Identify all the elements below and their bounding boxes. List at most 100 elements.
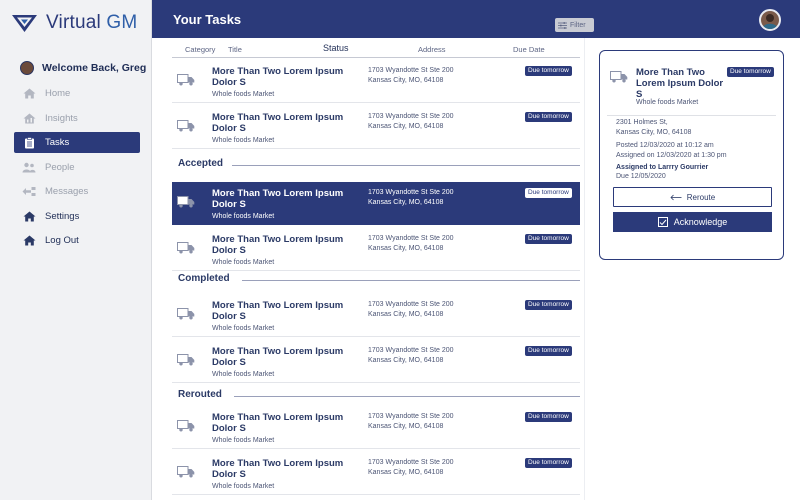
divider <box>607 115 776 116</box>
task-subtitle: Whole foods Market <box>212 213 275 220</box>
welcome-text: Welcome Back, Greg <box>42 62 147 74</box>
truck-icon <box>610 70 628 83</box>
messages-icon <box>22 186 36 198</box>
sidebar-item-home[interactable]: Home <box>14 83 140 104</box>
task-address: 1703 Wyandotte St Ste 200 Kansas City, MO… <box>368 188 454 207</box>
task-address-line1: 1703 Wyandotte St Ste 200 <box>368 67 454 74</box>
due-badge: Due tomorrow <box>525 112 572 122</box>
column-header-due-date[interactable]: Due Date <box>513 45 545 54</box>
truck-icon <box>177 465 195 478</box>
sidebar-item-label: Tasks <box>45 137 70 148</box>
sidebar-item-label: Settings <box>45 210 80 222</box>
logo-text: Virtual GM <box>46 12 137 34</box>
sidebar-item-settings[interactable]: Settings <box>14 206 140 227</box>
avatar[interactable] <box>20 61 34 75</box>
task-row[interactable]: More Than Two Lorem Ipsum Dolor S Whole … <box>172 182 580 225</box>
due-badge: Due tomorrow <box>727 67 774 77</box>
sidebar-item-label: Messages <box>45 186 89 197</box>
task-address-line2: Kansas City, MO, 64108 <box>368 310 444 318</box>
user-avatar[interactable] <box>759 9 781 31</box>
truck-icon <box>177 353 195 366</box>
due-badge: Due tomorrow <box>525 458 572 468</box>
task-address-line1: 1703 Wyandotte St Ste 200 <box>368 413 454 420</box>
filter-button[interactable]: Filter <box>555 18 594 32</box>
table-header: Category Title Status Address Due Date <box>172 42 580 58</box>
column-header-status[interactable]: Status <box>323 43 349 53</box>
truck-icon <box>177 241 195 254</box>
column-header-category[interactable]: Category <box>185 45 215 54</box>
scroll-divider <box>584 38 585 500</box>
sidebar: Virtual GM Welcome Back, Greg Home Insig… <box>0 0 152 500</box>
detail-timestamps: Posted 12/03/2020 at 10:12 am Assigned o… <box>616 141 727 160</box>
insights-icon <box>22 112 36 124</box>
detail-address: 2301 Holmes St, Kansas City, MO, 64108 <box>616 118 691 137</box>
column-header-address[interactable]: Address <box>418 45 446 54</box>
task-address-line2: Kansas City, MO, 64108 <box>368 244 444 252</box>
tasks-icon <box>22 136 36 149</box>
logout-icon <box>22 235 36 247</box>
task-address-line1: 1703 Wyandotte St Ste 200 <box>368 235 454 242</box>
column-header-title[interactable]: Title <box>228 45 242 54</box>
detail-due-date: Due 12/05/2020 <box>616 173 666 180</box>
truck-icon <box>177 73 195 86</box>
detail-address-line2: Kansas City, MO, 64108 <box>616 128 692 136</box>
truck-icon <box>177 419 195 432</box>
sidebar-item-label: Insights <box>45 112 78 124</box>
task-row[interactable]: More Than Two Lorem Ipsum Dolor S Whole … <box>172 60 580 103</box>
task-address-line1: 1703 Wyandotte St Ste 200 <box>368 347 454 354</box>
task-address-line2: Kansas City, MO, 64108 <box>368 198 444 206</box>
page-title: Your Tasks <box>173 12 242 27</box>
logo-text-virtual: Virtual <box>46 12 101 33</box>
task-subtitle: Whole foods Market <box>212 371 275 378</box>
logo-icon <box>12 15 37 32</box>
task-title: More Than Two Lorem Ipsum Dolor S <box>212 66 344 88</box>
task-title: More Than Two Lorem Ipsum Dolor S <box>212 112 344 134</box>
detail-title: More Than Two Lorem Ipsum Dolor S <box>636 67 724 100</box>
task-row[interactable]: More Than Two Lorem Ipsum Dolor S Whole … <box>172 452 580 495</box>
sidebar-item-people[interactable]: People <box>14 157 140 178</box>
task-subtitle: Whole foods Market <box>212 259 275 266</box>
sidebar-item-tasks[interactable]: Tasks <box>14 132 140 153</box>
home-icon <box>22 88 36 100</box>
task-row[interactable]: More Than Two Lorem Ipsum Dolor S Whole … <box>172 106 580 149</box>
sidebar-item-logout[interactable]: Log Out <box>14 230 140 251</box>
due-badge: Due tomorrow <box>525 412 572 422</box>
acknowledge-button[interactable]: Acknowledge <box>613 212 772 232</box>
section-label: Rerouted <box>178 389 222 400</box>
task-row[interactable]: More Than Two Lorem Ipsum Dolor S Whole … <box>172 294 580 337</box>
task-title: More Than Two Lorem Ipsum Dolor S <box>212 346 344 368</box>
truck-icon <box>177 307 195 320</box>
app-logo: Virtual GM <box>11 12 137 34</box>
truck-icon <box>177 195 195 208</box>
task-title: More Than Two Lorem Ipsum Dolor S <box>212 458 344 480</box>
top-header: Your Tasks Filter <box>152 0 800 38</box>
task-title: More Than Two Lorem Ipsum Dolor S <box>212 188 344 210</box>
task-row[interactable]: More Than Two Lorem Ipsum Dolor S Whole … <box>172 228 580 271</box>
task-address-line2: Kansas City, MO, 64108 <box>368 76 444 84</box>
sidebar-item-label: Log Out <box>45 235 79 246</box>
reroute-button[interactable]: Reroute <box>613 187 772 207</box>
section-accepted: Accepted <box>172 158 580 172</box>
due-badge: Due tomorrow <box>525 346 572 356</box>
due-badge: Due tomorrow <box>525 300 572 310</box>
people-icon <box>22 161 36 173</box>
section-label: Completed <box>178 273 230 284</box>
task-address: 1703 Wyandotte St Ste 200 Kansas City, MO… <box>368 234 454 253</box>
task-row[interactable]: More Than Two Lorem Ipsum Dolor S Whole … <box>172 340 580 383</box>
task-address-line2: Kansas City, MO, 64108 <box>368 122 444 130</box>
reroute-label: Reroute <box>686 192 716 202</box>
detail-address-line1: 2301 Holmes St, <box>616 119 668 126</box>
task-row[interactable]: More Than Two Lorem Ipsum Dolor S Whole … <box>172 406 580 449</box>
task-address-line1: 1703 Wyandotte St Ste 200 <box>368 301 454 308</box>
filter-label: Filter <box>570 21 586 29</box>
divider <box>234 396 580 397</box>
sidebar-item-label: People <box>45 161 75 173</box>
task-title: More Than Two Lorem Ipsum Dolor S <box>212 412 344 434</box>
sidebar-item-messages[interactable]: Messages <box>14 181 140 202</box>
task-address-line2: Kansas City, MO, 64108 <box>368 356 444 364</box>
logo-text-gm: GM <box>106 12 138 33</box>
task-title: More Than Two Lorem Ipsum Dolor S <box>212 234 344 256</box>
sidebar-item-insights[interactable]: Insights <box>14 108 140 129</box>
detail-posted: Posted 12/03/2020 at 10:12 am <box>616 142 714 149</box>
detail-subtitle: Whole foods Market <box>636 99 699 106</box>
